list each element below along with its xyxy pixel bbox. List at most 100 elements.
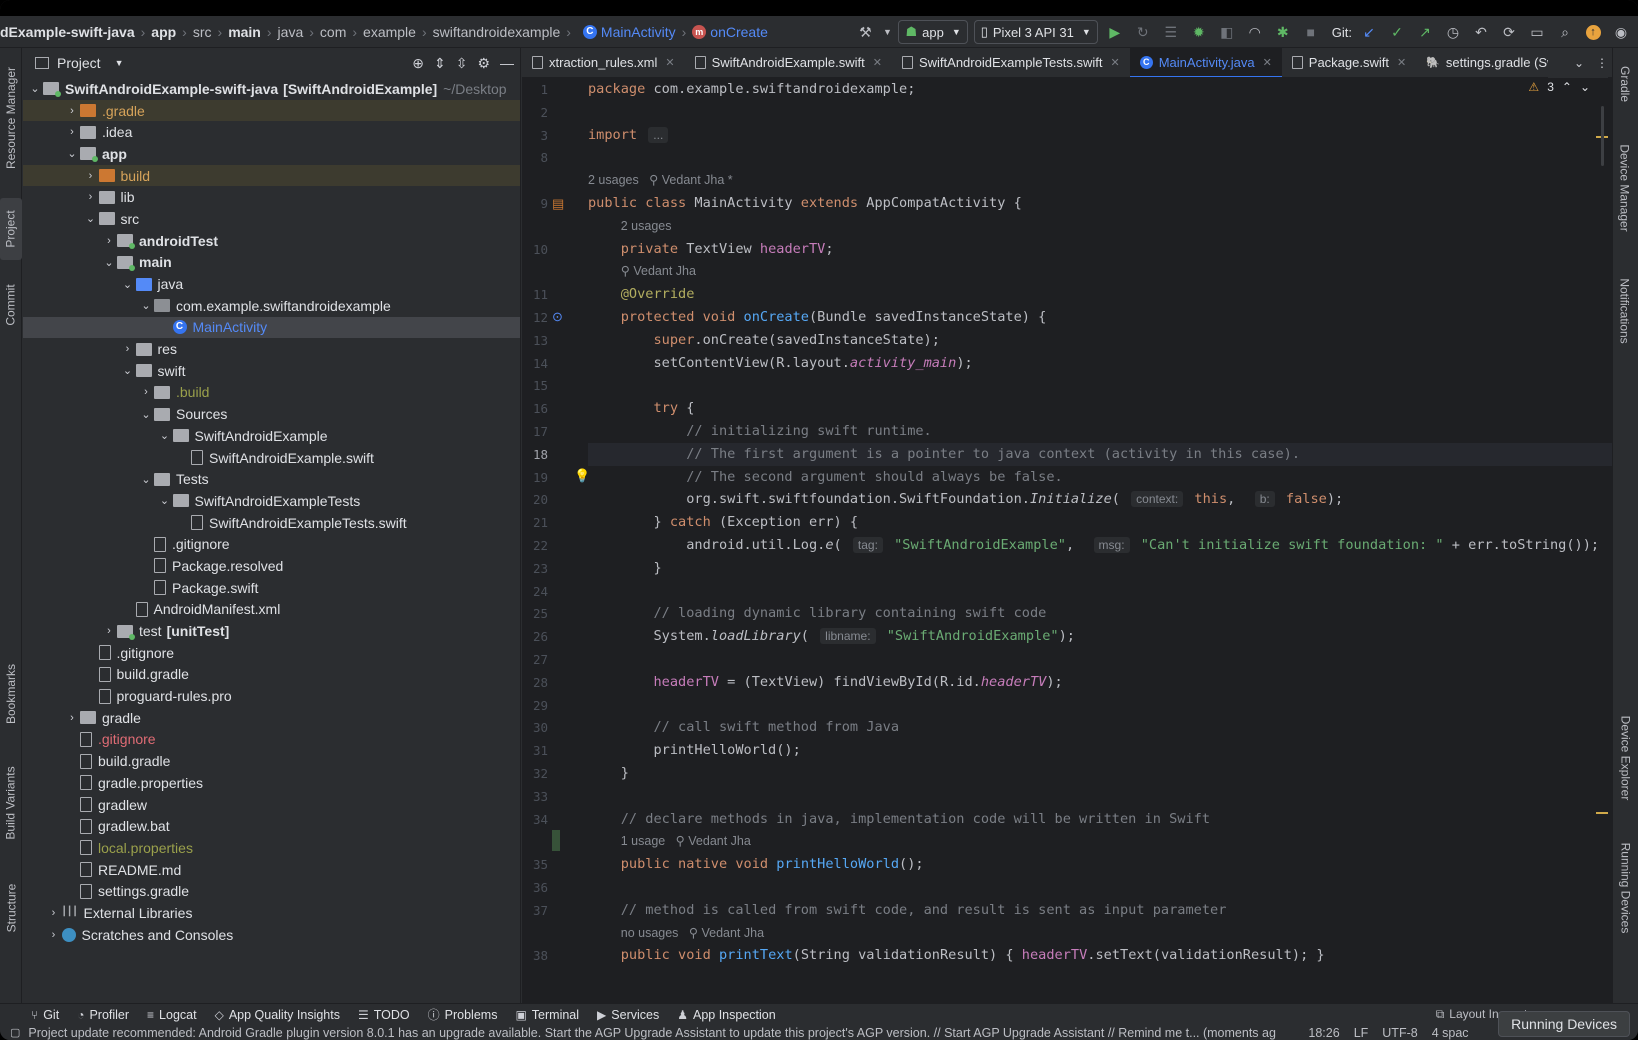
code-line[interactable]: package com.example.swiftandroidexample; [588,78,1612,101]
inspection-widget[interactable]: ⚠ 3 ⌃ ⌄ [1528,80,1590,94]
code-line[interactable] [588,648,1612,671]
chevron-right-icon[interactable]: › [120,343,136,355]
code-line[interactable]: try { [588,397,1612,420]
build-variants-tab[interactable]: Build Variants [0,753,22,853]
code-line[interactable]: org.swift.swiftfoundation.SwiftFoundatio… [588,488,1612,511]
tool-window-tab[interactable]: ◇ App Quality Insights [206,1008,349,1022]
chevron-right-icon[interactable]: › [64,712,80,724]
coverage-icon[interactable]: ◧ [1216,21,1238,43]
tree-item[interactable]: ›gradle.properties [23,772,520,794]
code-line[interactable]: private TextView headerTV; [588,238,1612,261]
attach-debugger-icon[interactable]: ✱ [1272,21,1294,43]
tree-item[interactable]: › Scratches and Consoles [23,924,520,946]
git-update-icon[interactable]: ↙ [1358,21,1380,43]
code-line[interactable] [588,580,1612,603]
tree-item[interactable]: ⌄ SwiftAndroidExample [23,425,520,447]
tree-item[interactable]: ›Package.resolved [23,555,520,577]
chevron-down-icon[interactable]: ⌄ [138,473,154,486]
indent-setting[interactable]: 4 spac [1432,1026,1469,1040]
chevron-down-icon[interactable]: ⌄ [138,299,154,312]
tool-window-tab[interactable]: ⑂ Git [22,1008,68,1022]
breadcrumb-item[interactable]: example [363,24,416,40]
device-manager-tab[interactable]: Device Manager [1612,128,1638,248]
tree-item[interactable]: ›AndroidManifest.xml [23,599,520,621]
tree-item[interactable]: ⌄ com.example.swiftandroidexample [23,295,520,317]
next-highlight-icon[interactable]: ⌄ [1580,80,1590,94]
code-line[interactable]: // The first argument is a pointer to ja… [588,442,1612,466]
tool-window-tab[interactable]: ≡ Logcat [138,1008,206,1022]
collapse-all-icon[interactable]: ⇳ [456,55,468,72]
hammer-icon[interactable]: ⚒ [854,21,876,43]
breadcrumb-item[interactable]: com [320,24,346,40]
tree-item[interactable]: › .idea [23,121,520,143]
tree-item[interactable]: ›proguard-rules.pro [23,685,520,707]
tree-item[interactable]: ›settings.gradle [23,880,520,902]
file-encoding[interactable]: UTF-8 [1382,1026,1417,1040]
code-line[interactable] [588,374,1612,397]
tree-item[interactable]: ⌄ app [23,143,520,165]
git-push-icon[interactable]: ↗ [1414,21,1436,43]
structure-tab[interactable]: Structure [0,868,22,948]
chevron-right-icon[interactable]: › [64,126,80,138]
device-mirror-icon[interactable]: ▭ [1526,21,1548,43]
chevron-down-icon[interactable]: ⌄ [157,494,173,507]
chevron-down-icon[interactable]: ⌄ [120,364,136,377]
close-icon[interactable]: ✕ [1263,56,1272,69]
running-devices-badge[interactable]: Running Devices [1498,1011,1630,1037]
git-commit-icon[interactable]: ✓ [1386,21,1408,43]
editor-tab[interactable]: xtraction_rules.xml ✕ [522,48,685,77]
close-icon[interactable]: ✕ [1111,56,1120,69]
chevron-right-icon[interactable]: › [138,386,154,398]
editor-tab[interactable]: SwiftAndroidExample.swift ✕ [685,48,892,77]
breadcrumb-method[interactable]: onCreate [710,24,768,40]
code-line[interactable]: // initializing swift runtime. [588,420,1612,443]
device-explorer-tab[interactable]: Device Explorer [1612,703,1638,813]
code-line[interactable]: } catch (Exception err) { [588,511,1612,534]
profile-icon[interactable]: ◠ [1244,21,1266,43]
code-line[interactable] [588,694,1612,717]
code-line[interactable]: // loading dynamic library containing sw… [588,602,1612,625]
breadcrumb-item[interactable]: java [278,24,304,40]
editor-tab[interactable]: SwiftAndroidExampleTests.swift ✕ [892,48,1130,77]
code-line[interactable]: // declare methods in java, implementati… [588,808,1612,831]
code-vision-hint[interactable]: 1 usage ⚲ Vedant Jha [588,830,1612,853]
tool-window-tab[interactable]: ◔ Profiler [68,1008,138,1022]
run-icon[interactable]: ▶ [1104,21,1126,43]
tool-window-tab[interactable]: ♟ App Inspection [668,1008,784,1022]
bookmarks-tab[interactable]: Bookmarks [0,653,22,735]
breadcrumb-item[interactable]: app [151,24,176,40]
code-vision-hint[interactable]: ⚲ Vedant Jha [588,260,1612,283]
code-line[interactable]: android.util.Log.e( tag: "SwiftAndroidEx… [588,534,1612,557]
tree-item[interactable]: › test [unitTest] [23,620,520,642]
chevron-down-icon[interactable]: ▼ [882,21,892,43]
code-line[interactable]: setContentView(R.layout.activity_main); [588,352,1612,375]
tree-item[interactable]: › ┃┃┃ External Libraries [23,902,520,924]
breadcrumb-item[interactable]: main [228,24,261,40]
tree-item[interactable]: ⌄ java [23,273,520,295]
prev-highlight-icon[interactable]: ⌃ [1562,80,1572,94]
chevron-down-icon[interactable]: ▼ [115,58,124,68]
tree-item[interactable]: › res [23,338,520,360]
code-line[interactable]: super.onCreate(savedInstanceState); [588,329,1612,352]
tree-item[interactable]: ›README.md [23,859,520,881]
notifications-tab[interactable]: Notifications [1612,266,1638,356]
code-line[interactable] [588,876,1612,899]
tree-item[interactable]: ⌄ swift [23,360,520,382]
code-line[interactable]: System.loadLibrary( libname: "SwiftAndro… [588,625,1612,648]
tree-item[interactable]: ⌄ SwiftAndroidExampleTests [23,490,520,512]
editor-tab[interactable]: Package.swift ✕ [1282,48,1416,77]
apply-changes-icon[interactable]: ☰ [1160,21,1182,43]
resource-manager-tab[interactable]: Resource Manager [0,58,22,178]
search-icon[interactable]: ⌕ [1554,21,1576,43]
tree-item[interactable]: ›local.properties [23,837,520,859]
tool-window-tab[interactable]: ⓘ Problems [419,1006,507,1023]
vcs-change-marker[interactable] [552,830,560,852]
code-line[interactable]: import ... [588,124,1612,147]
tree-item[interactable]: ⌄ Sources [23,403,520,425]
tree-item[interactable]: ›build.gradle [23,750,520,772]
tree-item[interactable]: › androidTest [23,230,520,252]
code-area[interactable]: package com.example.swiftandroidexample;… [588,78,1612,1003]
close-icon[interactable]: ✕ [665,56,674,69]
update-icon[interactable]: ↑ [1582,21,1604,43]
line-separator[interactable]: LF [1354,1026,1369,1040]
